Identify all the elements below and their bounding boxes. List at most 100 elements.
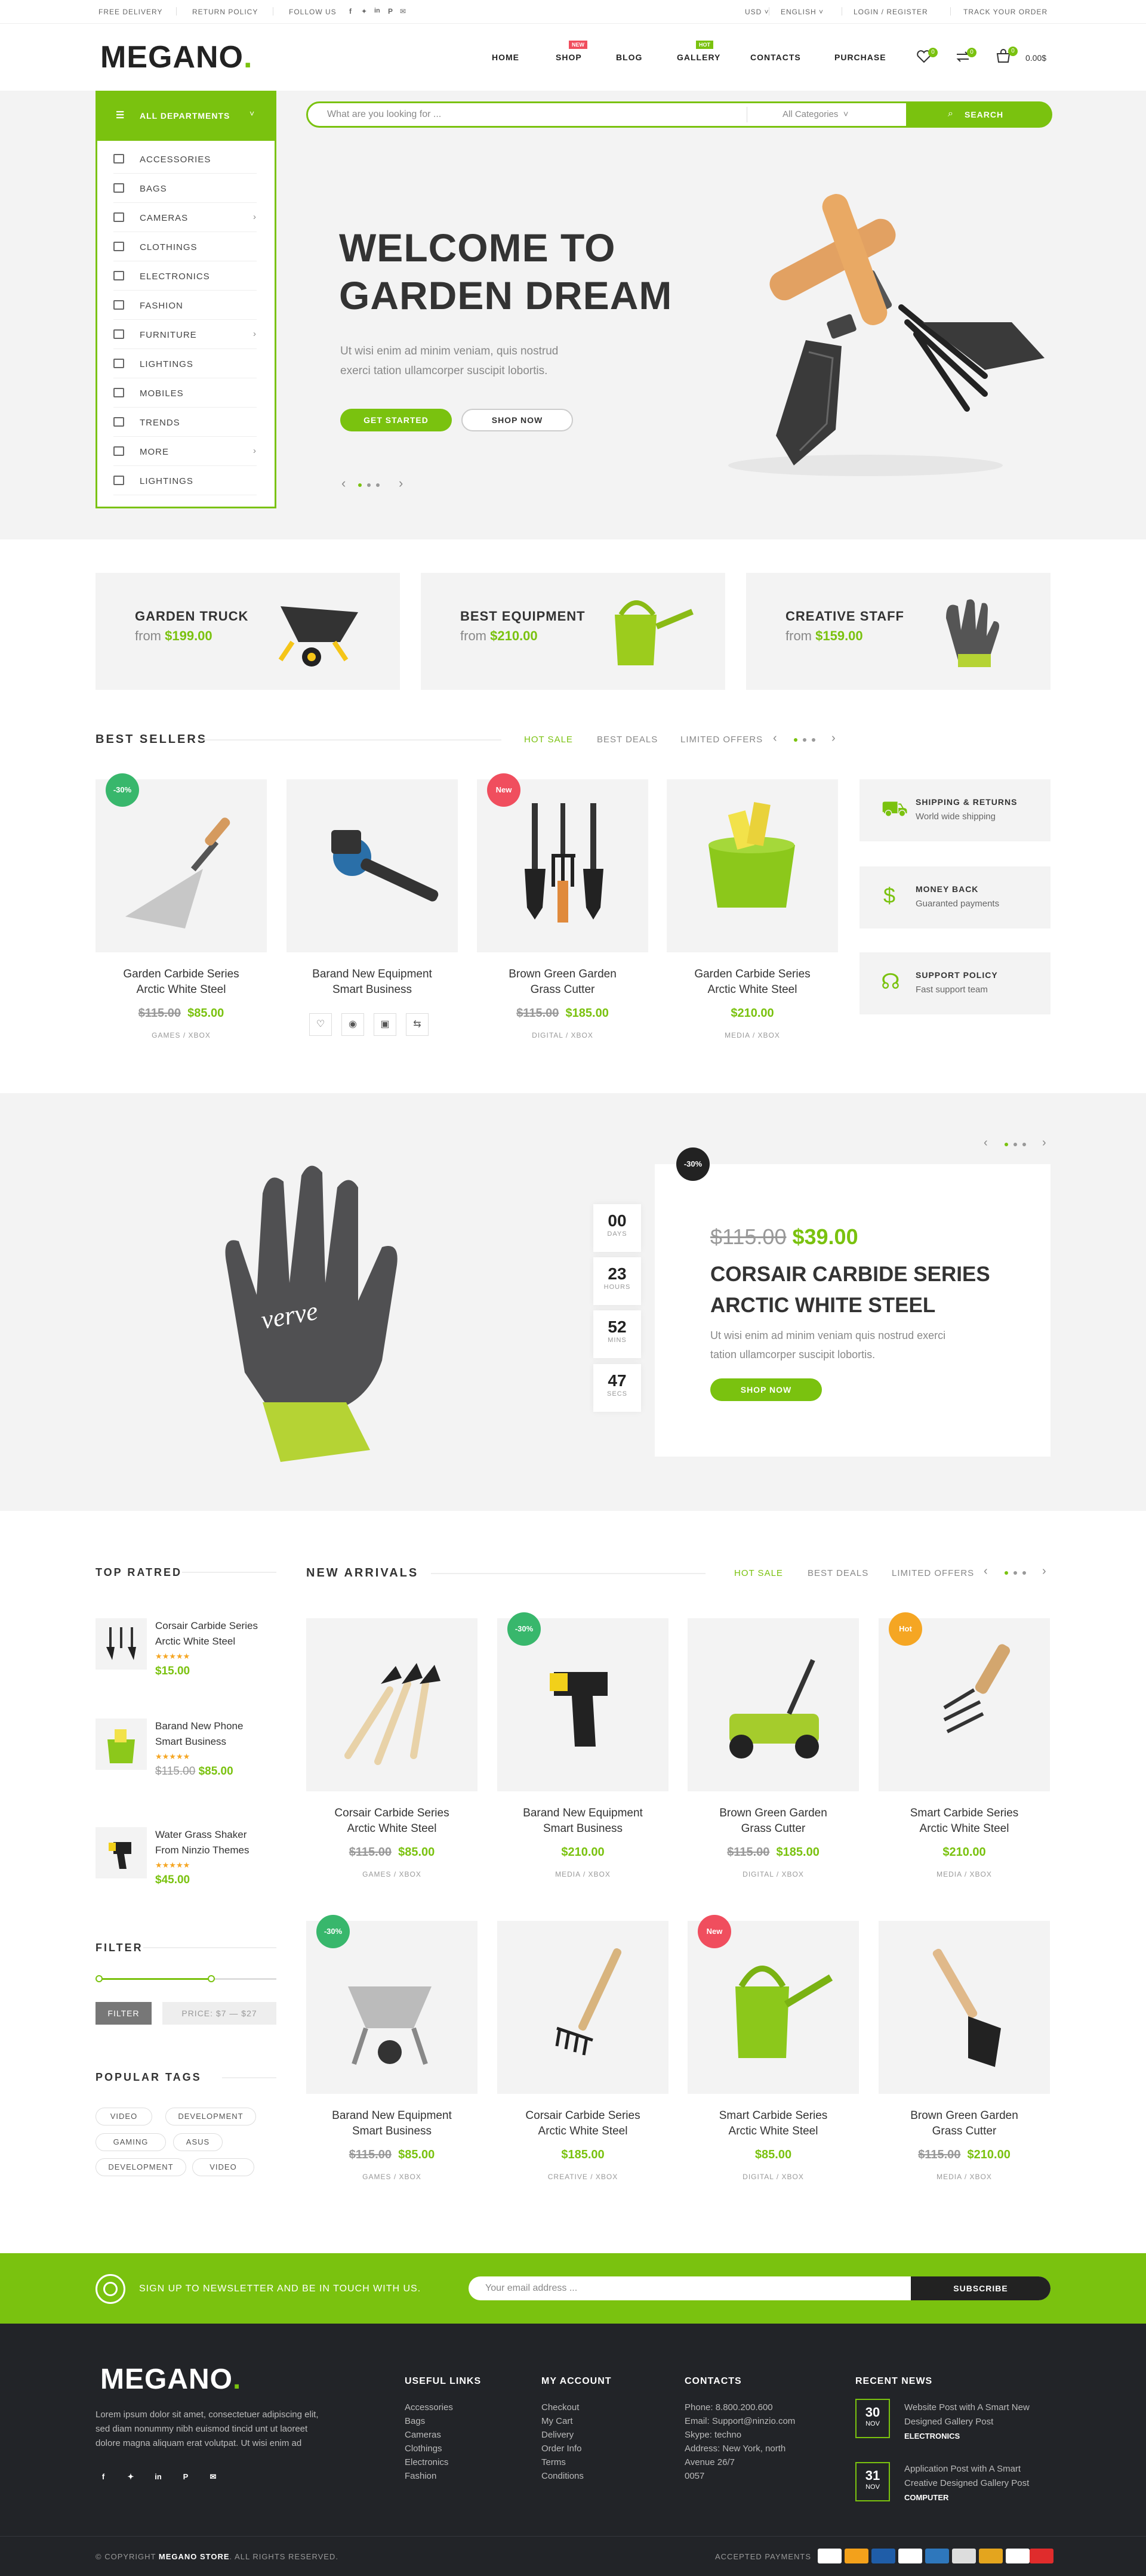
top-rated-item[interactable]: Barand New Phone Smart Business ★★★★★ $11… [96, 1719, 276, 1802]
footer-link[interactable]: Electronics [405, 2455, 448, 2469]
nav-gallery[interactable]: Gallery [677, 53, 720, 62]
product-category[interactable]: Media / Xbox [497, 1870, 668, 1878]
product-image[interactable] [306, 1618, 478, 1791]
carousel-dot[interactable] [1022, 1571, 1026, 1575]
deal-title[interactable]: CORSAIR CARBIDE SERIES ARCTIC WHITE STEE… [710, 1259, 990, 1321]
slider-dot[interactable] [358, 483, 362, 487]
category-item[interactable]: Clothings [113, 232, 257, 261]
cart-icon[interactable]: ▣ [374, 1013, 396, 1036]
product-image[interactable] [879, 1921, 1050, 2094]
footer-link[interactable]: Terms [541, 2455, 566, 2469]
tag-video[interactable]: Video [192, 2158, 254, 2176]
twitter-icon[interactable]: ✦ [123, 2469, 138, 2485]
category-item[interactable]: Lightings [113, 466, 257, 495]
product-name[interactable]: Brown Green Garden Grass Cutter [879, 2108, 1050, 2139]
product-name[interactable]: Garden Carbide Series Arctic White Steel [667, 967, 838, 998]
tag-development[interactable]: Development [96, 2158, 186, 2176]
product-name[interactable]: Water Grass Shaker From Ninzio Themes [155, 1827, 281, 1858]
footer-link[interactable]: Accessories [405, 2401, 453, 2414]
footer-link[interactable]: My Cart [541, 2414, 573, 2428]
footer-link[interactable]: Order Info [541, 2442, 582, 2455]
product-thumb[interactable] [96, 1618, 147, 1670]
wishlist-icon[interactable]: ♡ [309, 1013, 332, 1036]
news-item[interactable]: Website Post with A Smart New Designed Ga… [904, 2401, 1030, 2444]
category-item[interactable]: Trends [113, 408, 257, 437]
next-slide-icon[interactable]: › [399, 476, 403, 491]
tab-best-deals[interactable]: Best Deals [597, 735, 658, 745]
facebook-icon[interactable]: f [96, 2469, 111, 2485]
nav-purchase[interactable]: Purchase [834, 53, 886, 62]
top-rated-item[interactable]: Water Grass Shaker From Ninzio Themes ★★★… [96, 1827, 276, 1911]
nav-contacts[interactable]: Contacts [750, 53, 801, 62]
product-category[interactable]: Games / Xbox [306, 1870, 478, 1878]
filter-button[interactable]: Filter [96, 2002, 152, 2025]
tag-development[interactable]: Development [165, 2108, 256, 2125]
tab-limited-offers[interactable]: Limited Offers [892, 1568, 974, 1578]
product-image[interactable] [688, 1618, 859, 1791]
search-input[interactable]: What are you looking for ... [327, 109, 441, 120]
footer-link[interactable]: Bags [405, 2414, 425, 2428]
category-item[interactable]: Mobiles [113, 378, 257, 408]
email-icon[interactable]: ✉ [400, 7, 406, 16]
prev-icon[interactable]: ‹ [984, 1136, 988, 1150]
category-item[interactable]: Cameras › [113, 203, 257, 232]
carousel-dot[interactable] [794, 738, 797, 742]
product-name[interactable]: Corsair Carbide Series Arctic White Steel [155, 1618, 281, 1649]
slider-dot[interactable] [367, 483, 371, 487]
category-item[interactable]: More › [113, 437, 257, 466]
carousel-dot[interactable] [1005, 1571, 1008, 1575]
tab-best-deals[interactable]: Best Deals [808, 1568, 868, 1578]
shop-now-button[interactable]: Shop Now [461, 409, 573, 431]
tag-video[interactable]: Video [96, 2108, 152, 2125]
subscribe-button[interactable]: Subscribe [911, 2276, 1050, 2300]
footer-link[interactable]: Cameras [405, 2428, 441, 2442]
linkedin-icon[interactable]: in [374, 7, 380, 14]
product-name[interactable]: Smart Carbide Series Arctic White Steel [688, 2108, 859, 2139]
product-thumb[interactable] [96, 1719, 147, 1770]
tag-gaming[interactable]: Gaming [96, 2133, 166, 2151]
promo-banner[interactable]: Creative Staff from $159.00 [746, 573, 1050, 690]
carousel-dot[interactable] [1005, 1143, 1008, 1146]
carousel-dot[interactable] [1013, 1143, 1017, 1146]
carousel-dot[interactable] [812, 738, 815, 742]
product-name[interactable]: Brown Green Garden Grass Cutter [477, 967, 648, 998]
product-image[interactable] [286, 779, 458, 952]
product-category[interactable]: Digital / Xbox [688, 2173, 859, 2181]
get-started-button[interactable]: Get Started [340, 409, 452, 431]
product-name[interactable]: Corsair Carbide Series Arctic White Steel [497, 2108, 668, 2139]
footer-link[interactable]: Fashion [405, 2469, 436, 2483]
product-category[interactable]: Games / Xbox [96, 1031, 267, 1039]
category-item[interactable]: Accessories [113, 144, 257, 174]
top-rated-item[interactable]: Corsair Carbide Series Arctic White Steel… [96, 1618, 276, 1702]
category-select[interactable]: All Categories ˅ [783, 109, 849, 119]
product-category[interactable]: Media / Xbox [879, 1870, 1050, 1878]
language-select[interactable]: English ˅ [781, 8, 824, 16]
category-item[interactable]: Electronics [113, 261, 257, 291]
site-logo[interactable]: MEGANO. [100, 39, 252, 75]
carousel-dot[interactable] [1013, 1571, 1017, 1575]
search-button[interactable]: ⌕ Search [906, 101, 1052, 128]
product-name[interactable]: Corsair Carbide Series Arctic White Steel [306, 1806, 478, 1837]
carousel-dot[interactable] [803, 738, 806, 742]
product-name[interactable]: Garden Carbide Series Arctic White Steel [96, 967, 267, 998]
next-icon[interactable]: › [1042, 1565, 1046, 1578]
quick-view-icon[interactable]: ◉ [341, 1013, 364, 1036]
compare-icon[interactable]: ⇆ [406, 1013, 429, 1036]
product-image[interactable] [667, 779, 838, 952]
twitter-icon[interactable]: ✦ [361, 7, 367, 16]
slider-handle-min[interactable] [96, 1975, 103, 1982]
linkedin-icon[interactable]: in [150, 2469, 166, 2485]
email-icon[interactable]: ✉ [205, 2469, 221, 2485]
nav-home[interactable]: Home [492, 53, 519, 62]
tag-asus[interactable]: Asus [173, 2133, 223, 2151]
currency-select[interactable]: USD ˅ [745, 8, 769, 16]
tab-limited-offers[interactable]: Limited Offers [680, 735, 763, 745]
promo-banner[interactable]: Best Equipment from $210.00 [421, 573, 725, 690]
slider-dot[interactable] [376, 483, 380, 487]
free-delivery-link[interactable]: Free Delivery [98, 8, 162, 16]
product-category[interactable]: Digital / Xbox [688, 1870, 859, 1878]
return-policy-link[interactable]: Return Policy [192, 8, 258, 16]
product-name[interactable]: Barand New Phone Smart Business [155, 1719, 281, 1750]
product-category[interactable]: Creative / Xbox [497, 2173, 668, 2181]
footer-link[interactable]: Conditions [541, 2469, 584, 2483]
